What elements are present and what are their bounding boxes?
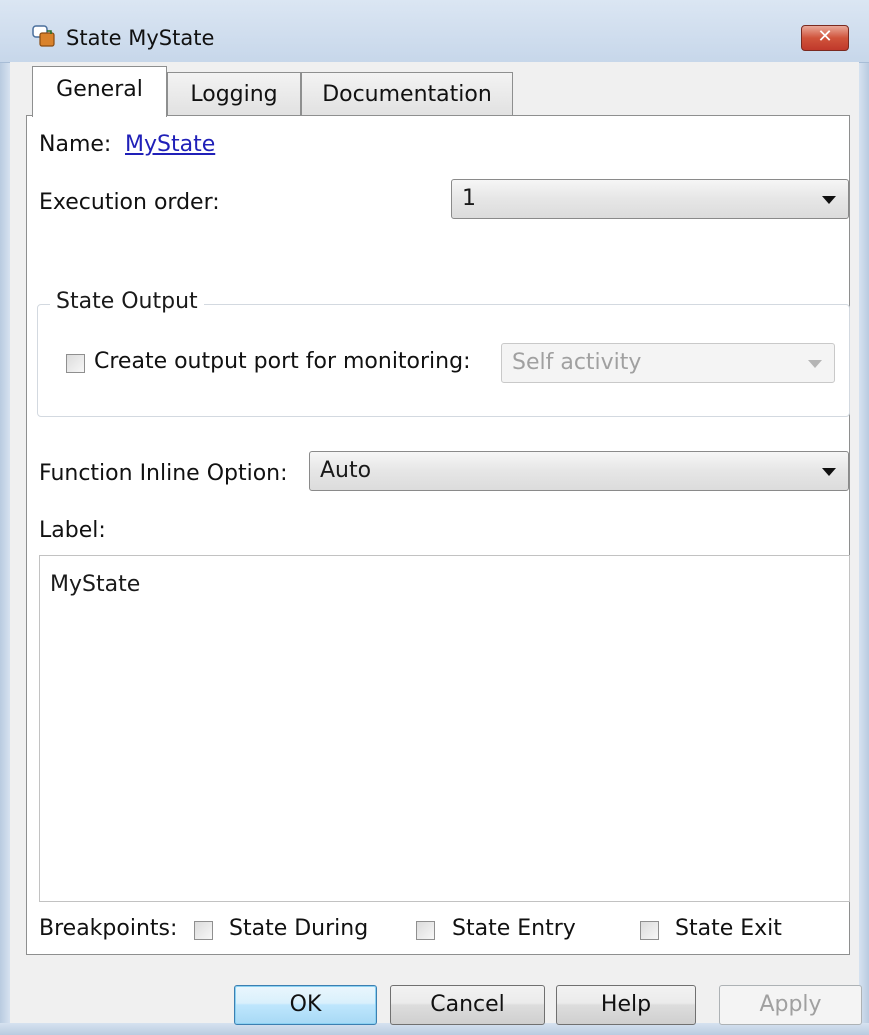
close-button[interactable]: ✕	[801, 25, 849, 51]
breakpoint-state-during-checkbox[interactable]	[194, 921, 213, 940]
breakpoint-state-during-label: State During	[229, 916, 369, 941]
title-bar[interactable]: State MyState ✕	[0, 0, 869, 63]
execution-order-value: 1	[462, 186, 476, 211]
help-button[interactable]: Help	[556, 985, 696, 1025]
tab-logging[interactable]: Logging	[167, 72, 301, 116]
breakpoints-label: Breakpoints:	[39, 916, 178, 941]
apply-button[interactable]: Apply	[719, 985, 862, 1025]
chevron-down-icon	[822, 196, 836, 204]
chevron-down-icon	[822, 468, 836, 476]
breakpoint-state-entry-label: State Entry	[452, 916, 576, 941]
state-output-group-title: State Output	[50, 289, 204, 314]
create-output-port-label: Create output port for monitoring:	[94, 349, 471, 374]
cancel-button[interactable]: Cancel	[390, 985, 545, 1025]
label-field-label: Label:	[39, 518, 106, 543]
dialog-client-area: General Logging Documentation Name: MySt…	[10, 62, 862, 1025]
monitoring-mode-value: Self activity	[512, 350, 642, 375]
name-label: Name:	[39, 132, 112, 157]
window-frame-right	[859, 56, 869, 1035]
tab-documentation[interactable]: Documentation	[301, 72, 513, 116]
close-icon: ✕	[817, 26, 833, 47]
state-label-textarea[interactable]: MyState	[39, 555, 850, 902]
tab-general[interactable]: General	[32, 66, 167, 117]
breakpoint-state-entry-checkbox[interactable]	[416, 921, 435, 940]
general-tab-panel: Name: MyState Execution order: 1 State O…	[26, 115, 850, 955]
breakpoint-state-exit-label: State Exit	[675, 916, 782, 941]
state-name-link[interactable]: MyState	[125, 132, 215, 157]
execution-order-dropdown[interactable]: 1	[451, 179, 849, 219]
stateflow-state-icon	[32, 24, 56, 48]
function-inline-option-label: Function Inline Option:	[39, 461, 288, 486]
chevron-down-icon	[808, 360, 822, 368]
function-inline-option-dropdown[interactable]: Auto	[309, 451, 849, 491]
state-properties-dialog: State MyState ✕ General Logging Document…	[0, 0, 869, 1035]
window-title: State MyState	[66, 26, 215, 50]
monitoring-mode-dropdown[interactable]: Self activity	[501, 343, 835, 383]
execution-order-label: Execution order:	[39, 190, 220, 215]
ok-button[interactable]: OK	[234, 985, 377, 1025]
function-inline-option-value: Auto	[320, 458, 372, 483]
window-frame-left	[0, 56, 10, 1035]
state-output-group: State Output Create output port for moni…	[37, 289, 850, 417]
breakpoint-state-exit-checkbox[interactable]	[640, 921, 659, 940]
create-output-port-checkbox[interactable]	[66, 354, 85, 373]
